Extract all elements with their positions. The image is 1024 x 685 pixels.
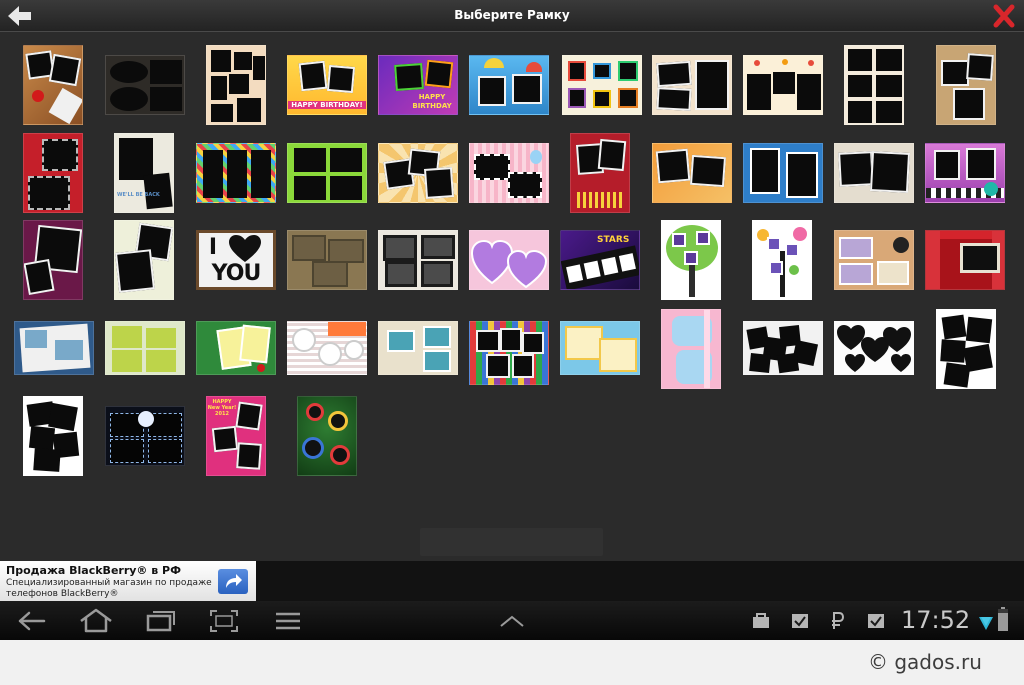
chevron-up-icon bbox=[500, 615, 524, 627]
frame-thumbnail[interactable] bbox=[378, 143, 458, 203]
frame-thumbnail[interactable] bbox=[469, 55, 549, 115]
wifi-icon bbox=[979, 617, 993, 630]
task-check-icon bbox=[868, 614, 884, 628]
frame-thumbnail[interactable] bbox=[378, 230, 458, 290]
frame-thumbnail[interactable] bbox=[23, 133, 83, 213]
birthday-caption-1: HAPPY bbox=[418, 93, 446, 101]
frame-thumbnail[interactable] bbox=[834, 143, 914, 203]
frame-thumbnail[interactable] bbox=[14, 321, 94, 375]
frame-thumbnail[interactable] bbox=[652, 143, 732, 203]
frame-thumbnail[interactable] bbox=[114, 220, 174, 300]
close-x-icon bbox=[993, 4, 1015, 28]
frame-thumbnail[interactable]: HAPPY BIRTHDAY! bbox=[287, 55, 367, 115]
frame-grid: HAPPY BIRTHDAY! HAPPY BIRTHDAY WE'LL BE … bbox=[0, 32, 1024, 560]
stars-caption: STARS bbox=[597, 235, 630, 245]
love-caption-1: I bbox=[208, 235, 218, 260]
frame-thumbnail[interactable] bbox=[661, 309, 721, 389]
frame-thumbnail[interactable] bbox=[206, 45, 266, 125]
bag-icon bbox=[753, 613, 769, 628]
page-title: Выберите Рамку bbox=[454, 8, 570, 22]
screenshot-icon bbox=[210, 610, 238, 632]
birthday-caption: HAPPY BIRTHDAY! bbox=[288, 101, 366, 109]
frame-thumbnail[interactable] bbox=[287, 321, 367, 375]
rouble-icon bbox=[832, 612, 845, 629]
frame-thumbnail[interactable] bbox=[196, 321, 276, 375]
newyear-caption-3: 2012 bbox=[215, 411, 229, 417]
footer: © gados.ru bbox=[0, 640, 1024, 685]
frame-thumbnail[interactable] bbox=[297, 396, 357, 476]
ad-title: Продажа BlackBerry® в РФ bbox=[6, 564, 182, 577]
close-button[interactable] bbox=[990, 3, 1018, 29]
frame-thumbnail[interactable] bbox=[936, 45, 996, 125]
nav-home-button[interactable] bbox=[78, 607, 114, 635]
frame-thumbnail[interactable] bbox=[287, 143, 367, 203]
ad-open-button[interactable] bbox=[218, 569, 248, 594]
ad-band bbox=[256, 561, 1024, 601]
frame-thumbnail[interactable] bbox=[570, 133, 630, 213]
frame-thumbnail[interactable] bbox=[743, 143, 823, 203]
back-icon bbox=[18, 611, 46, 631]
frame-thumbnail[interactable] bbox=[925, 230, 1005, 290]
home-icon bbox=[80, 608, 112, 633]
frame-thumbnail[interactable] bbox=[196, 143, 276, 203]
frame-thumbnail[interactable] bbox=[469, 321, 549, 385]
recent-apps-icon bbox=[146, 611, 175, 632]
battery-icon bbox=[998, 607, 1008, 631]
status-clock: 17:52 bbox=[901, 606, 971, 634]
frame-thumbnail[interactable]: STARS bbox=[560, 230, 640, 290]
system-bar: 17:52 bbox=[0, 601, 1024, 640]
menu-icon bbox=[276, 612, 300, 630]
nav-up-button[interactable] bbox=[496, 607, 528, 635]
frame-thumbnail[interactable] bbox=[562, 55, 642, 115]
watermark: © gados.ru bbox=[868, 650, 982, 674]
frame-thumbnail[interactable] bbox=[105, 55, 185, 115]
frame-thumbnail[interactable] bbox=[936, 309, 996, 389]
frame-thumbnail[interactable]: WE'LL BE BACK bbox=[114, 133, 174, 213]
frame-thumbnail[interactable] bbox=[378, 321, 458, 375]
frame-thumbnail[interactable]: I YOU bbox=[196, 230, 276, 290]
frame-thumbnail[interactable] bbox=[105, 406, 185, 466]
frame-thumbnail[interactable] bbox=[743, 55, 823, 115]
frame-thumbnail[interactable]: HAPPY BIRTHDAY bbox=[378, 55, 458, 115]
ad-text: Специализированный магазин по продаже те… bbox=[6, 578, 212, 599]
task-check-icon bbox=[792, 614, 808, 628]
ad-banner[interactable]: Продажа BlackBerry® в РФ Специализирован… bbox=[0, 561, 256, 601]
nav-recents-button[interactable] bbox=[144, 607, 178, 635]
frame-thumbnail[interactable] bbox=[23, 396, 83, 476]
frame-thumbnail[interactable] bbox=[743, 321, 823, 375]
frame-thumbnail[interactable]: HAPPY New Year! 2012 bbox=[206, 396, 266, 476]
frame-thumbnail[interactable] bbox=[469, 230, 549, 290]
frame-thumbnail[interactable] bbox=[23, 45, 83, 125]
nav-menu-button[interactable] bbox=[272, 607, 304, 635]
frame-thumbnail[interactable] bbox=[752, 220, 812, 300]
confirm-button-faded[interactable] bbox=[420, 528, 603, 556]
frame-thumbnail[interactable] bbox=[652, 55, 732, 115]
frame-thumbnail[interactable] bbox=[834, 321, 914, 375]
frame-thumbnail[interactable] bbox=[661, 220, 721, 300]
title-bar: Выберите Рамку bbox=[0, 0, 1024, 32]
frame-thumbnail[interactable] bbox=[925, 143, 1005, 203]
share-arrow-icon bbox=[226, 574, 242, 588]
frame-thumbnail[interactable] bbox=[560, 321, 640, 375]
frame-thumbnail[interactable] bbox=[23, 220, 83, 300]
nav-screenshot-button[interactable] bbox=[208, 607, 240, 635]
love-caption-2: YOU bbox=[211, 261, 262, 286]
frame-thumbnail[interactable] bbox=[844, 45, 904, 125]
nav-back-button[interactable] bbox=[16, 607, 48, 635]
frame-thumbnail[interactable] bbox=[287, 230, 367, 290]
heart-icon bbox=[229, 235, 261, 262]
birthday-caption-2: BIRTHDAY bbox=[412, 102, 452, 110]
frame-thumbnail[interactable] bbox=[105, 321, 185, 375]
frame-thumbnail[interactable] bbox=[469, 143, 549, 203]
back-caption: WE'LL BE BACK bbox=[117, 192, 160, 198]
frame-thumbnail[interactable] bbox=[834, 230, 914, 290]
